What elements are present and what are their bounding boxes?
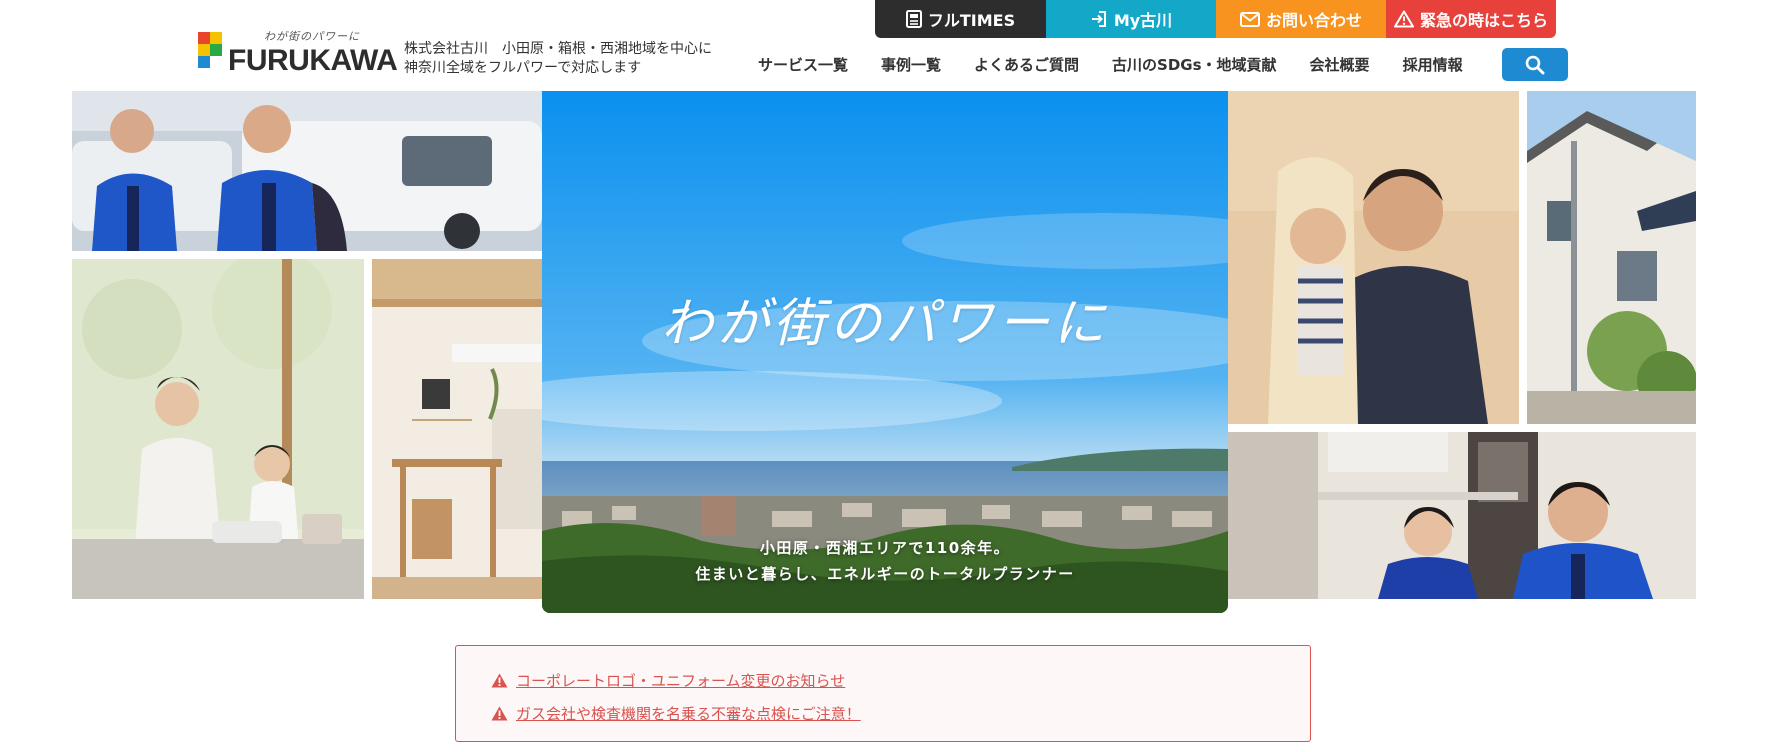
notice-item: ガス会社や検査機関を名乗る不審な点検にご注意！ (491, 697, 1275, 730)
notice-item: コーポレートロゴ・ユニフォーム変更のお知らせ (491, 664, 1275, 697)
nav-faq[interactable]: よくあるご質問 (974, 54, 1079, 75)
nav-company[interactable]: 会社概要 (1310, 54, 1370, 75)
fulltimes-button[interactable]: フルTIMES (875, 0, 1046, 38)
contact-label: お問い合わせ (1265, 11, 1362, 30)
photo-staff-vans (72, 91, 542, 251)
mail-icon (1239, 11, 1260, 27)
my-furukawa-label: My古川 (1113, 11, 1173, 30)
nav-services[interactable]: サービス一覧 (758, 54, 848, 75)
hero-sub-line2: 住まいと暮らし、エネルギーのトータルプランナー (695, 565, 1075, 583)
photo-house-exterior (1527, 91, 1696, 424)
notice-link-suspicious-inspection[interactable]: ガス会社や検査機関を名乗る不審な点検にご注意！ (516, 703, 861, 724)
my-furukawa-button[interactable]: My古川 (1046, 0, 1216, 38)
company-desc-line2: 神奈川全域をフルパワーで対応します (404, 60, 642, 76)
top-button-bar: フルTIMES My古川 お問い合わせ 緊急の時はこちら (875, 0, 1556, 38)
fulltimes-label: フルTIMES (927, 11, 1016, 30)
notice-box: コーポレートロゴ・ユニフォーム変更のお知らせ ガス会社や検査機関を名乗る不審な点… (455, 645, 1311, 742)
login-icon (1091, 11, 1106, 27)
warning-icon (491, 673, 508, 688)
logo-tagline: わが街のパワーに (264, 30, 360, 43)
warning-icon (491, 706, 508, 721)
emergency-label: 緊急の時はこちら (1419, 11, 1548, 30)
emergency-button[interactable]: 緊急の時はこちら (1386, 0, 1556, 38)
newspaper-icon (905, 10, 922, 28)
photo-father-child (1228, 91, 1519, 424)
hero-main-visual: わが街のパワーに 小田原・西湘エリアで110余年。 住まいと暮らし、エネルギーの… (542, 91, 1228, 613)
photo-kitchen-family (72, 259, 364, 599)
search-button[interactable] (1502, 48, 1568, 81)
logo-name: FURUKAWA (228, 44, 398, 77)
site-logo[interactable]: わが街のパワーに FURUKAWA (198, 28, 398, 77)
contact-button[interactable]: お問い合わせ (1216, 0, 1386, 38)
hero-sub-line1: 小田原・西湘エリアで110余年。 (759, 539, 1011, 557)
nav-sdgs[interactable]: 古川のSDGs・地域貢献 (1112, 54, 1277, 75)
hero-catchcopy: わが街のパワーに (660, 294, 1109, 354)
global-nav: サービス一覧 事例一覧 よくあるご質問 古川のSDGs・地域貢献 会社概要 採用… (758, 54, 1463, 75)
photo-staff-kitchen (1228, 432, 1696, 599)
company-desc-line1: 株式会社古川 小田原・箱根・西湘地域を中心に (404, 41, 712, 57)
photo-interior-room (372, 259, 542, 599)
search-icon (1525, 55, 1545, 74)
nav-cases[interactable]: 事例一覧 (881, 54, 941, 75)
logo-mark (198, 32, 222, 70)
notice-link-logo-uniform[interactable]: コーポレートロゴ・ユニフォーム変更のお知らせ (516, 670, 845, 691)
nav-recruit[interactable]: 採用情報 (1403, 54, 1463, 75)
company-description: 株式会社古川 小田原・箱根・西湘地域を中心に 神奈川全域をフルパワーで対応します (404, 40, 712, 78)
warning-icon (1393, 10, 1414, 28)
